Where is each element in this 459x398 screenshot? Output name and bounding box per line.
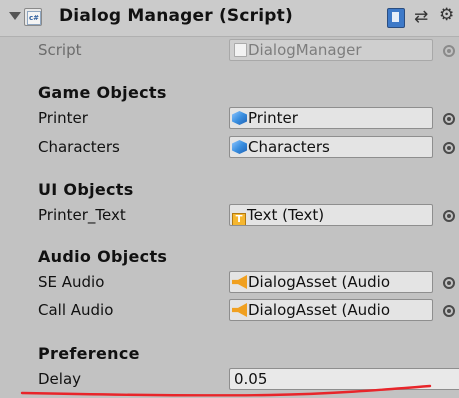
script-picker-icon — [443, 45, 455, 57]
script-field: DialogManager — [229, 39, 433, 61]
script-field-value: DialogManager — [248, 41, 362, 59]
se-audio-field[interactable]: DialogAsset (Audio — [229, 271, 433, 293]
gear-icon[interactable]: ⚙ — [439, 5, 454, 25]
printer-field-value: Printer — [248, 109, 298, 127]
characters-label: Characters — [38, 138, 120, 156]
audio-source-icon — [232, 275, 247, 289]
printer-picker-icon[interactable] — [443, 113, 455, 125]
call-audio-label: Call Audio — [38, 301, 114, 319]
foldout-arrow-icon[interactable] — [9, 12, 21, 20]
se-audio-field-value: DialogAsset (Audio — [248, 273, 391, 291]
characters-field-value: Characters — [248, 138, 330, 156]
section-header-audio-objects: Audio Objects — [38, 247, 168, 266]
printer-text-field[interactable]: T Text (Text) — [229, 204, 433, 226]
delay-input[interactable]: 0.05 — [229, 368, 459, 390]
call-audio-picker-icon[interactable] — [443, 305, 455, 317]
script-file-icon — [234, 43, 247, 57]
presets-icon[interactable]: ⇄ — [414, 7, 428, 27]
prefab-icon — [232, 140, 247, 154]
section-header-ui-objects: UI Objects — [38, 180, 134, 199]
printer-label: Printer — [38, 109, 88, 127]
characters-field[interactable]: Characters — [229, 136, 433, 158]
characters-picker-icon[interactable] — [443, 142, 455, 154]
component-header[interactable]: c# Dialog Manager (Script) ⇄ ⚙ — [0, 0, 459, 37]
inspector-panel: c# Dialog Manager (Script) ⇄ ⚙ Script Di… — [0, 0, 459, 398]
printer-text-field-value: Text (Text) — [247, 206, 325, 224]
script-label: Script — [38, 41, 82, 59]
text-component-icon: T — [232, 213, 246, 225]
call-audio-field-value: DialogAsset (Audio — [248, 301, 391, 319]
audio-source-icon — [232, 303, 247, 317]
printer-text-label: Printer_Text — [38, 206, 126, 224]
section-header-preference: Preference — [38, 344, 140, 363]
help-book-icon[interactable] — [387, 8, 405, 28]
delay-label: Delay — [38, 370, 82, 388]
se-audio-label: SE Audio — [38, 273, 105, 291]
component-title: Dialog Manager (Script) — [59, 6, 293, 26]
cs-script-icon: c# — [27, 11, 41, 25]
printer-text-picker-icon[interactable] — [443, 210, 455, 222]
se-audio-picker-icon[interactable] — [443, 277, 455, 289]
prefab-icon — [232, 111, 247, 125]
call-audio-field[interactable]: DialogAsset (Audio — [229, 299, 433, 321]
section-header-game-objects: Game Objects — [38, 83, 167, 102]
printer-field[interactable]: Printer — [229, 107, 433, 129]
